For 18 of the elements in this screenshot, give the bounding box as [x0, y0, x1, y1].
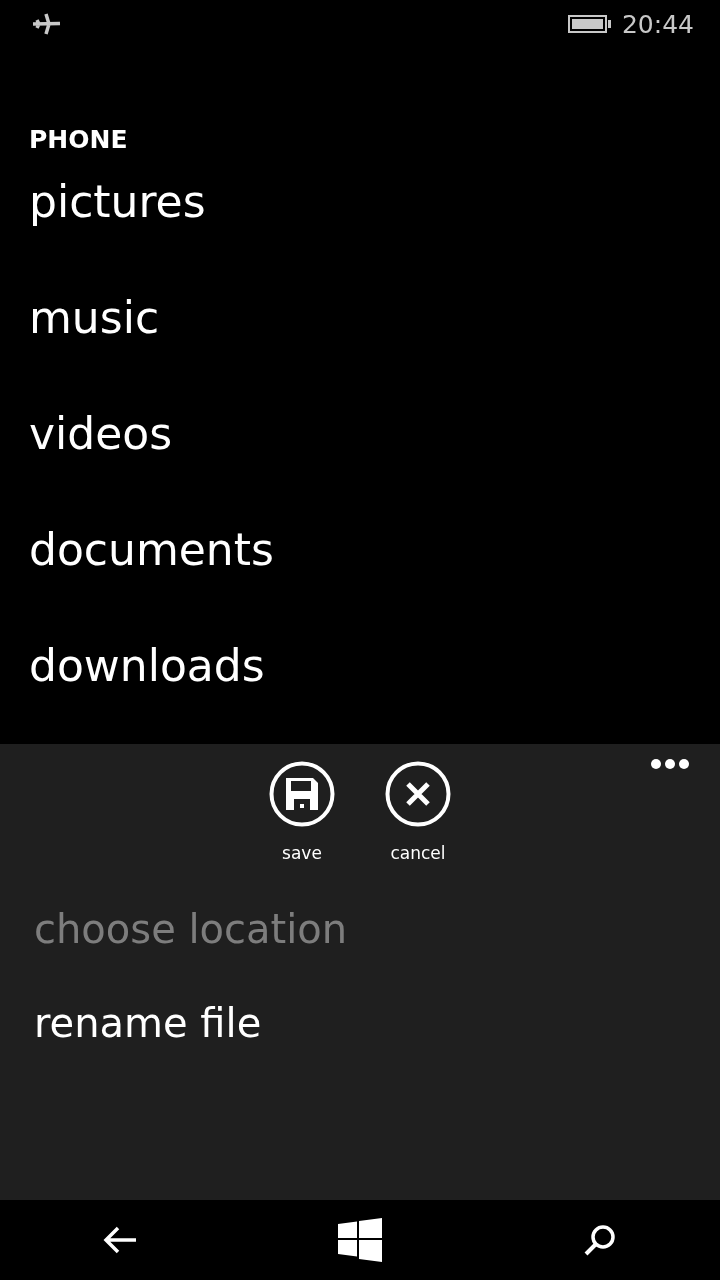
folder-item[interactable]: music: [29, 288, 160, 348]
back-arrow-icon: [103, 1226, 137, 1254]
airplane-icon: [32, 12, 62, 36]
folder-item[interactable]: documents: [29, 520, 274, 580]
save-icon: [269, 761, 335, 827]
cancel-button[interactable]: cancel: [385, 761, 451, 863]
clock-time: 20:44: [621, 9, 694, 39]
windows-logo-icon: [338, 1218, 382, 1262]
more-icon[interactable]: [650, 758, 690, 770]
save-button[interactable]: save: [269, 761, 335, 863]
folder-item[interactable]: pictures: [29, 172, 206, 232]
search-icon: [583, 1223, 617, 1257]
section-title: PHONE: [29, 124, 129, 156]
folder-item[interactable]: videos: [29, 404, 173, 464]
close-icon: [385, 761, 451, 827]
battery-icon: [567, 14, 612, 34]
folder-item[interactable]: downloads: [29, 636, 265, 696]
menu-item[interactable]: rename file: [34, 995, 262, 1051]
